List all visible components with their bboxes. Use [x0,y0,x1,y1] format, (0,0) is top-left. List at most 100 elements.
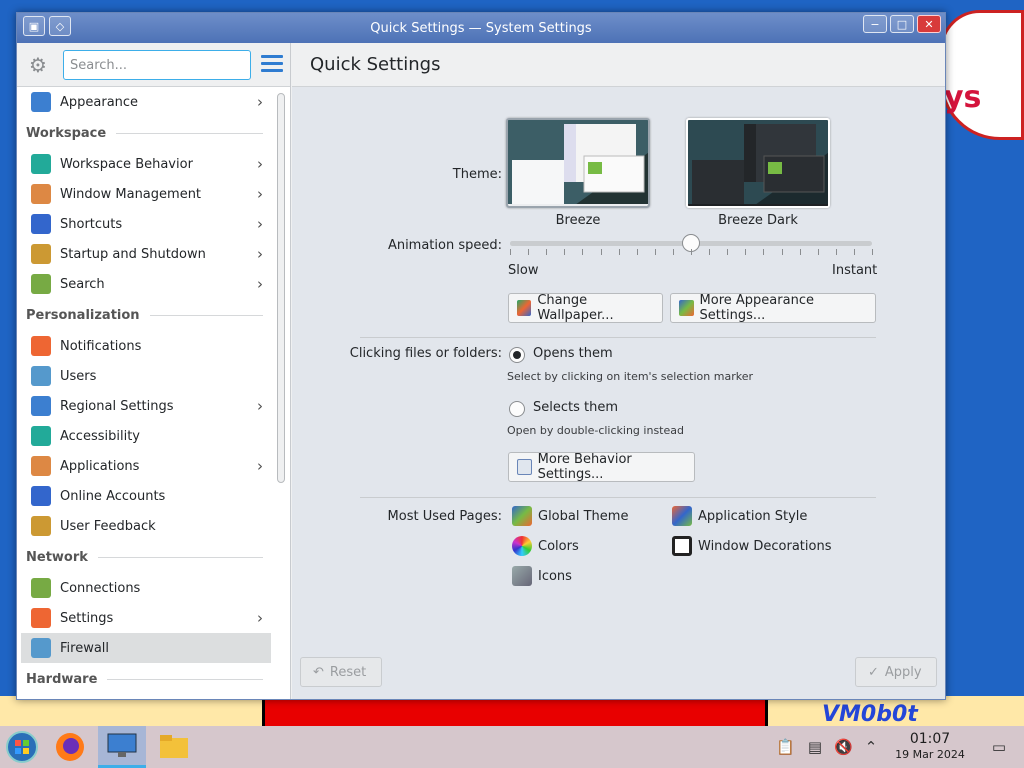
sidebar-item-search[interactable]: Search › [21,269,271,299]
network-settings-icon [31,608,51,628]
scrollbar-thumb[interactable] [277,93,285,483]
sidebar-item-shortcuts[interactable]: Shortcuts › [21,209,271,239]
slider-tick [763,249,765,255]
sidebar-item-startup-and-shutdown[interactable]: Startup and Shutdown › [21,239,271,269]
hamburger-menu-icon[interactable] [261,55,283,73]
most-used-label: Most Used Pages: [387,509,502,524]
category-workspace: Workspace [21,117,271,149]
system-settings-window: ▣ ◇ Quick Settings — System Settings − □… [16,12,946,700]
selects-them-label[interactable]: Selects them [533,400,618,415]
opens-them-label[interactable]: Opens them [533,346,613,361]
startup-icon [31,244,51,264]
slider-tick [600,249,602,255]
sidebar-item-appearance[interactable]: Appearance › [21,87,271,117]
most-used-colors[interactable]: Colors [512,536,579,556]
applications-icon [31,456,51,476]
app-menu-icon[interactable]: ▣ [23,16,45,36]
sidebar-item-workspace-behavior[interactable]: Workspace Behavior › [21,149,271,179]
slider-max-label: Instant [832,263,878,278]
slider-tick [636,249,638,255]
globe-icon [31,396,51,416]
slider-tick [691,249,692,255]
maximize-button[interactable]: □ [890,15,914,33]
theme-breeze-preview[interactable] [506,118,650,208]
slider-tick [853,249,855,255]
window-decorations-icon [672,536,692,556]
search-icon [31,274,51,294]
chevron-right-icon: › [257,215,263,233]
start-menu-icon[interactable] [4,726,40,768]
theme-breeze-dark-preview[interactable] [686,118,830,208]
global-theme-icon [512,506,532,526]
sidebar-item-settings[interactable]: Settings › [21,603,271,633]
shortcuts-icon [31,214,51,234]
wallpaper-text: ys [944,80,982,115]
device-notifier-icon[interactable]: ▤ [806,738,824,756]
slider-tick [781,249,783,255]
sidebar-item-connections[interactable]: Connections [21,573,271,603]
checkmark-icon: ✓ [868,664,879,680]
sidebar-header: ⚙ [17,43,290,87]
sidebar-item-window-management[interactable]: Window Management › [21,179,271,209]
keep-above-icon[interactable]: ◇ [49,16,71,36]
icons-icon [512,566,532,586]
slider-tick [672,249,674,255]
slider-min-label: Slow [508,263,539,278]
chevron-up-icon[interactable]: ⌃ [862,738,880,756]
clipboard-icon[interactable]: 📋 [776,738,795,756]
wallpaper-vm-text: VM0b0t [822,702,918,727]
reset-button[interactable]: ↶ Reset [300,657,382,687]
sidebar-item-regional-settings[interactable]: Regional Settings › [21,391,271,421]
bell-icon [31,336,51,356]
more-behavior-settings-button[interactable]: More Behavior Settings... [508,452,695,482]
animation-speed-label: Animation speed: [387,238,502,253]
clock-date[interactable]: 19 Mar 2024 [886,748,974,761]
separator [360,497,876,498]
sidebar-item-user-feedback[interactable]: User Feedback [21,511,271,541]
clicking-files-label: Clicking files or folders: [349,346,502,361]
sidebar-item-firewall[interactable]: Firewall [21,633,271,663]
apply-button[interactable]: ✓ Apply [855,657,937,687]
most-used-icons[interactable]: Icons [512,566,572,586]
sidebar-item-online-accounts[interactable]: Online Accounts [21,481,271,511]
selects-them-hint: Open by double-clicking instead [507,424,684,437]
show-desktop-icon[interactable]: ▭ [990,738,1008,756]
firefox-icon[interactable] [50,726,90,768]
sidebar-item-applications[interactable]: Applications › [21,451,271,481]
appearance-icon [679,300,694,316]
slider-tick [727,249,729,255]
sidebar-item-accessibility[interactable]: Accessibility [21,421,271,451]
sidebar-scrollbar[interactable] [275,91,287,695]
most-used-global-theme[interactable]: Global Theme [512,506,628,526]
slider-tick [618,249,620,255]
sidebar-item-notifications[interactable]: Notifications [21,331,271,361]
more-appearance-settings-button[interactable]: More Appearance Settings... [670,293,876,323]
clock-time[interactable]: 01:07 [892,731,968,747]
chevron-right-icon: › [257,609,263,627]
system-settings-logo-icon: ⚙ [29,53,47,77]
most-used-application-style[interactable]: Application Style [672,506,807,526]
connections-icon [31,578,51,598]
sidebar: ⚙ Appearance›WorkspaceWorkspace Behavior… [17,43,291,699]
opens-them-radio[interactable] [509,347,525,363]
slider-tick [709,249,711,255]
category-network: Network [21,541,271,573]
close-button[interactable]: ✕ [917,15,941,33]
change-wallpaper-button[interactable]: Change Wallpaper... [508,293,663,323]
chevron-right-icon: › [257,457,263,475]
system-settings-task[interactable] [98,726,146,768]
sidebar-item-users[interactable]: Users [21,361,271,391]
main-panel: Quick Settings Theme: Breeze Breeze Dark… [292,43,945,699]
chevron-right-icon: › [257,275,263,293]
most-used-window-decorations[interactable]: Window Decorations [672,536,832,556]
slider-tick [582,249,584,255]
volume-muted-icon[interactable]: 🔇 [834,738,853,756]
selects-them-radio[interactable] [509,401,525,417]
minimize-button[interactable]: − [863,15,887,33]
animation-speed-slider[interactable] [510,234,872,252]
slider-tick [654,249,656,255]
titlebar[interactable]: ▣ ◇ Quick Settings — System Settings − □… [17,13,945,43]
file-manager-icon[interactable] [154,726,194,768]
search-input[interactable] [63,50,251,80]
online-accounts-icon [31,486,51,506]
